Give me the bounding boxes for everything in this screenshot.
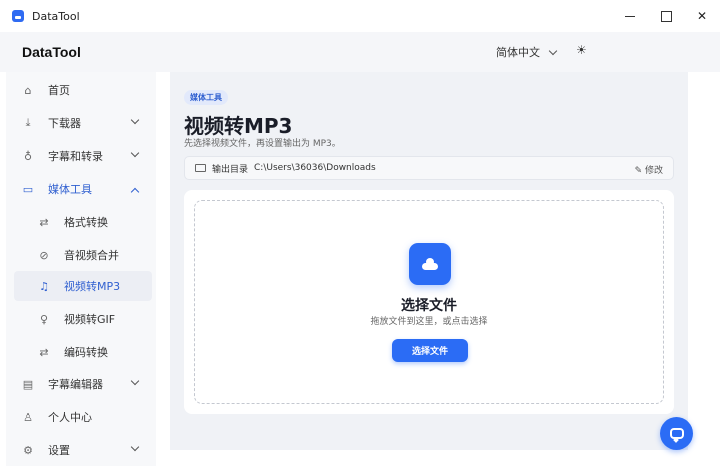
dropzone-hint: 拖放文件到这里，或点击选择: [370, 317, 488, 327]
edit-icon: ✎: [634, 166, 643, 176]
app-icon: [12, 10, 24, 22]
chat-support-button[interactable]: [660, 417, 693, 450]
home-icon: ⌂: [24, 83, 32, 97]
cloud-upload-icon: [409, 243, 451, 285]
swap-icon: ⇄: [39, 345, 49, 359]
sidebar-item-label: 音视频合并: [64, 249, 119, 262]
language-selector[interactable]: 简体中文: [496, 44, 558, 60]
minimize-button[interactable]: [612, 0, 648, 32]
brand-logo-text: DataTool: [22, 44, 81, 60]
sidebar-item-label: 字幕和转录: [48, 150, 103, 163]
subtitle-icon: ▤: [22, 377, 34, 391]
edit-output-button[interactable]: ✎ 修改: [635, 163, 663, 176]
sidebar-item-subtitles-transcription[interactable]: ♁ 字幕和转录: [14, 141, 152, 171]
sidebar-item-downloader[interactable]: ⤓ 下载器: [14, 108, 152, 138]
theme-toggle-icon[interactable]: ☀: [576, 43, 587, 57]
category-badge: 媒体工具: [184, 90, 228, 105]
window-titlebar: DataTool ✕: [0, 0, 720, 32]
output-directory-path: C:\Users\36036\Downloads: [254, 163, 376, 173]
window-controls: ✕: [612, 0, 720, 32]
sidebar-item-label: 编码转换: [64, 346, 108, 359]
maximize-button[interactable]: [648, 0, 684, 32]
page-subtitle: 先选择视频文件，再设置输出为 MP3。: [184, 139, 341, 149]
sidebar-item-label: 设置: [48, 444, 70, 457]
sidebar-item-encoding-conversion[interactable]: ⇄ 编码转换: [14, 337, 152, 367]
chevron-down-icon: [130, 442, 140, 452]
sidebar-item-label: 个人中心: [48, 411, 92, 424]
sidebar-item-video-to-gif[interactable]: ♀ 视频转GIF: [14, 304, 152, 334]
sidebar-item-label: 视频转GIF: [64, 313, 116, 326]
bulb-icon: ♀: [39, 312, 49, 326]
user-icon: ♙: [23, 410, 33, 424]
folder-icon: [195, 164, 206, 172]
file-select-card: 选择文件 拖放文件到这里，或点击选择 选择文件: [184, 190, 674, 414]
sidebar-item-label: 下载器: [48, 117, 81, 130]
sidebar-item-label: 字幕编辑器: [48, 378, 103, 391]
sidebar-item-settings[interactable]: ⚙ 设置: [14, 435, 152, 465]
sidebar-item-label: 视频转MP3: [64, 280, 121, 293]
video-icon: ▭: [22, 182, 34, 196]
language-label: 简体中文: [496, 46, 540, 59]
sidebar-item-video-to-mp3[interactable]: ♫ 视频转MP3: [14, 271, 152, 301]
close-button[interactable]: ✕: [684, 0, 720, 32]
window-title: DataTool: [32, 9, 80, 23]
sidebar: ⌂ 首页 ⤓ 下载器 ♁ 字幕和转录 ▭ 媒体工具 ⇄ 格式转换 ⊘ 音视频合并…: [6, 72, 156, 466]
download-icon: ⤓: [25, 116, 31, 129]
output-directory-label: 输出目录: [212, 164, 249, 175]
sidebar-item-home[interactable]: ⌂ 首页: [14, 75, 152, 105]
swap-icon: ⇄: [39, 215, 49, 229]
sidebar-item-format-conversion[interactable]: ⇄ 格式转换: [14, 207, 152, 237]
chevron-down-icon: [130, 376, 140, 386]
sidebar-item-label: 首页: [48, 84, 70, 97]
chevron-up-icon: [130, 187, 140, 197]
music-icon: ♫: [39, 279, 49, 293]
app-header: DataTool 简体中文 ☀: [0, 32, 720, 72]
output-directory-bar: 输出目录 C:\Users\36036\Downloads ✎ 修改: [184, 156, 674, 180]
sidebar-item-subtitle-editor[interactable]: ▤ 字幕编辑器: [14, 369, 152, 399]
scrollbar[interactable]: [712, 72, 720, 466]
page-title: 视频转MP3: [184, 114, 293, 138]
close-icon: ✕: [696, 9, 708, 23]
main-content: 媒体工具 视频转MP3 先选择视频文件，再设置输出为 MP3。 输出目录 C:\…: [170, 72, 688, 450]
link-icon: ⊘: [39, 248, 49, 262]
choose-file-button[interactable]: 选择文件: [392, 339, 468, 362]
sidebar-item-label: 媒体工具: [48, 183, 92, 196]
sidebar-item-profile[interactable]: ♙ 个人中心: [14, 402, 152, 432]
dropzone-title: 选择文件: [401, 298, 457, 314]
chevron-down-icon: [130, 115, 140, 125]
edit-label: 修改: [644, 166, 663, 176]
file-dropzone[interactable]: 选择文件 拖放文件到这里，或点击选择 选择文件: [194, 200, 664, 404]
sidebar-item-media-tools[interactable]: ▭ 媒体工具: [14, 174, 152, 204]
gear-icon: ⚙: [23, 443, 33, 457]
chevron-down-icon: [130, 148, 140, 158]
sidebar-item-label: 格式转换: [64, 216, 108, 229]
sidebar-item-av-merge[interactable]: ⊘ 音视频合并: [14, 240, 152, 270]
microphone-icon: ♁: [23, 149, 33, 163]
chat-icon: [669, 428, 684, 439]
chevron-down-icon: [548, 46, 558, 55]
